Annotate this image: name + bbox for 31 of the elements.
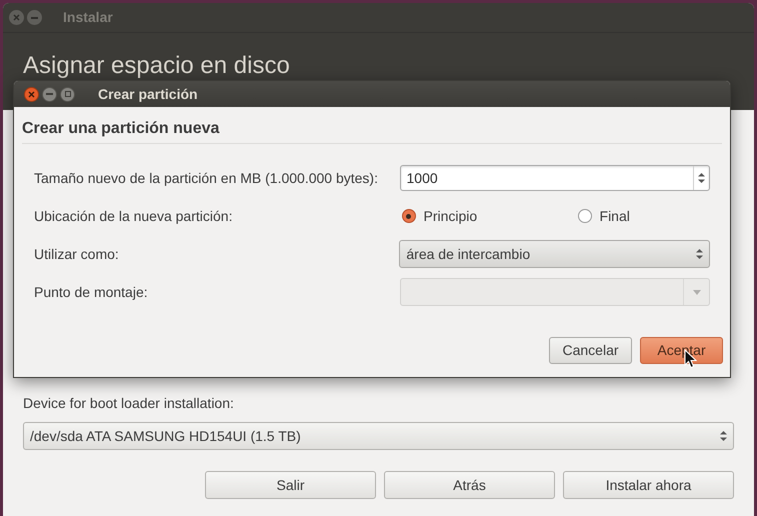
close-icon[interactable] — [9, 10, 24, 25]
dialog-button[interactable]: Cancelar — [549, 337, 632, 364]
minimize-icon[interactable] — [42, 86, 57, 102]
boot-combo-arrows-icon — [720, 430, 727, 442]
close-icon[interactable] — [24, 86, 39, 102]
radio-button[interactable] — [402, 209, 416, 223]
dialog-button[interactable]: Aceptar — [640, 337, 723, 364]
radio-option[interactable]: Final — [578, 206, 630, 226]
wizard-button[interactable]: Salir — [205, 471, 376, 499]
wizard-button[interactable]: Atrás — [384, 471, 555, 499]
dropdown-arrow-icon — [692, 290, 700, 294]
boot-loader-combo[interactable]: /dev/sda ATA SAMSUNG HD154UI (1.5 TB) — [23, 422, 734, 450]
size-value: 1000 — [406, 168, 439, 188]
radio-option[interactable]: Principio — [400, 206, 578, 226]
field-label: Ubicación de la nueva partición: — [34, 206, 234, 226]
maximize-icon[interactable] — [60, 86, 75, 102]
page-heading: Asignar espacio en disco — [23, 51, 291, 81]
field-label: Punto de montaje: — [34, 282, 149, 302]
use-as-combo[interactable]: área de intercambio — [399, 240, 710, 268]
dialog-title: Crear partición — [98, 84, 198, 104]
wizard-button[interactable]: Instalar ahora — [563, 471, 734, 499]
minimize-icon[interactable] — [27, 10, 42, 25]
combo-arrows-icon — [696, 248, 703, 260]
size-spin-field[interactable]: 1000 — [400, 165, 710, 191]
window-title: Instalar — [63, 8, 113, 27]
dialog-heading: Crear una partición nueva — [22, 117, 722, 144]
boot-loader-label: Device for boot loader installation: — [23, 394, 235, 413]
field-label: Tamaño nuevo de la partición en MB (1.000.000 bytes): — [34, 168, 379, 188]
spin-arrows-icon — [698, 172, 705, 184]
field-label: Utilizar como: — [34, 244, 120, 264]
radio-button[interactable] — [578, 209, 592, 223]
